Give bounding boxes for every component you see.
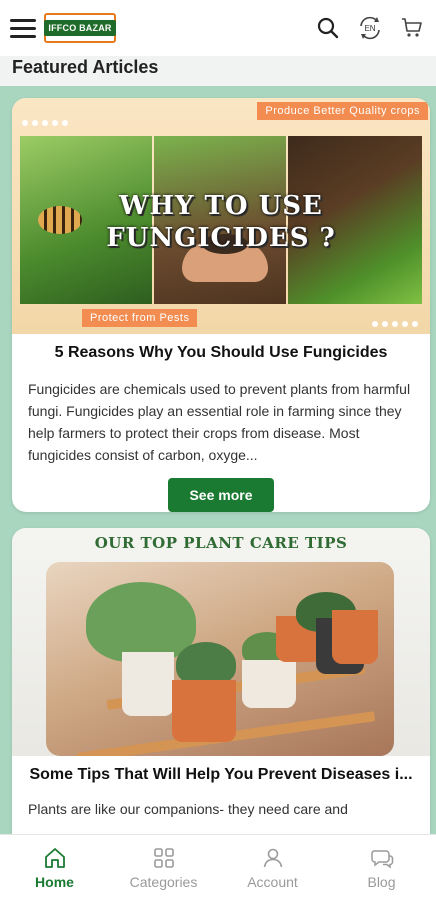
carousel-dots bbox=[372, 321, 418, 327]
nav-categories-label: Categories bbox=[129, 873, 198, 890]
see-more-button[interactable]: See more bbox=[168, 478, 274, 512]
article-card[interactable]: OUR TOP PLANT CARE TIPS Some Tips That W… bbox=[12, 528, 430, 848]
bottom-nav: Home Categories Account Blog bbox=[0, 834, 436, 900]
carousel-dots bbox=[22, 120, 68, 126]
cart-icon[interactable] bbox=[398, 14, 426, 42]
image-banner: OUR TOP PLANT CARE TIPS bbox=[94, 534, 348, 552]
image-headline-line2: FUNGICIDES ? bbox=[106, 223, 336, 253]
article-excerpt: Fungicides are chemicals used to prevent… bbox=[28, 381, 411, 463]
nav-home[interactable]: Home bbox=[0, 835, 109, 900]
language-toggle[interactable]: EN bbox=[356, 14, 384, 42]
nav-home-label: Home bbox=[35, 873, 74, 890]
logo-text: IFFCO BAZAR bbox=[44, 20, 116, 36]
logo[interactable]: IFFCO BAZAR bbox=[44, 13, 116, 43]
categories-icon bbox=[153, 847, 174, 868]
article-title[interactable]: Some Tips That Will Help You Prevent Dis… bbox=[12, 766, 430, 784]
section-title: Featured Articles bbox=[0, 56, 436, 86]
plant-shelf-photo bbox=[46, 562, 394, 756]
nav-blog-label: Blog bbox=[367, 873, 396, 890]
nav-categories[interactable]: Categories bbox=[109, 835, 218, 900]
home-icon bbox=[44, 847, 65, 868]
app-header: IFFCO BAZAR EN bbox=[0, 0, 436, 56]
article-card[interactable]: Produce Better Quality crops WHY TO USE … bbox=[12, 98, 430, 512]
article-image[interactable]: Produce Better Quality crops WHY TO USE … bbox=[12, 98, 430, 334]
nav-account[interactable]: Account bbox=[218, 835, 327, 900]
article-image[interactable]: OUR TOP PLANT CARE TIPS bbox=[12, 528, 430, 756]
image-tag-top: Produce Better Quality crops bbox=[257, 102, 428, 120]
article-excerpt: Plants are like our companions- they nee… bbox=[28, 801, 348, 817]
image-headline: WHY TO USE FUNGICIDES ? bbox=[12, 190, 430, 254]
nav-blog[interactable]: Blog bbox=[327, 835, 436, 900]
search-icon[interactable] bbox=[314, 14, 342, 42]
menu-icon[interactable] bbox=[10, 15, 36, 41]
blog-icon bbox=[370, 849, 393, 869]
header-actions: EN bbox=[314, 14, 426, 42]
account-icon bbox=[263, 848, 282, 867]
image-tag-bottom: Protect from Pests bbox=[82, 309, 198, 327]
nav-account-label: Account bbox=[247, 873, 298, 890]
language-label: EN bbox=[364, 24, 375, 33]
article-title[interactable]: 5 Reasons Why You Should Use Fungicides bbox=[28, 344, 414, 362]
image-headline-line1: WHY TO USE bbox=[119, 191, 323, 221]
